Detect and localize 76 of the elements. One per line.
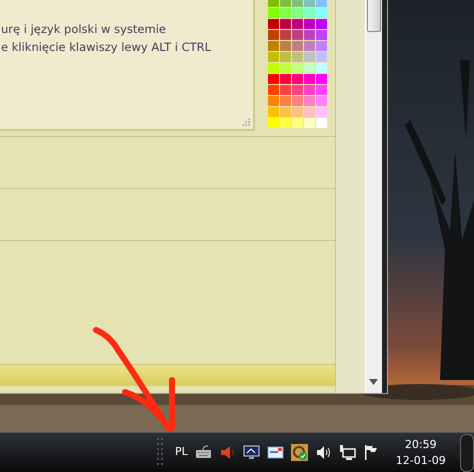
color-swatch[interactable] — [268, 96, 279, 106]
color-swatch[interactable] — [316, 41, 327, 51]
color-swatch[interactable] — [316, 96, 327, 106]
resize-grip-icon[interactable] — [241, 117, 250, 126]
color-swatch[interactable] — [280, 118, 291, 128]
color-swatch[interactable] — [316, 118, 327, 128]
color-swatch[interactable] — [268, 74, 279, 84]
color-swatch[interactable] — [280, 96, 291, 106]
color-swatch[interactable] — [268, 85, 279, 95]
scroll-thumb[interactable] — [367, 0, 381, 32]
color-swatch[interactable] — [316, 74, 327, 84]
color-swatch[interactable] — [280, 52, 291, 62]
color-swatch[interactable] — [304, 118, 315, 128]
monitor-icon[interactable] — [242, 444, 260, 461]
color-swatch[interactable] — [268, 52, 279, 62]
flag-icon[interactable] — [362, 444, 380, 461]
color-swatch[interactable] — [292, 85, 303, 95]
color-swatch[interactable] — [268, 30, 279, 40]
keyboard-icon[interactable] — [194, 444, 212, 461]
text-line: e kliknięcie klawiszy lewy ALT i CTRL — [1, 39, 212, 56]
gear-check-icon[interactable] — [290, 444, 308, 461]
color-swatch[interactable] — [268, 19, 279, 29]
color-swatch[interactable] — [304, 52, 315, 62]
color-swatch[interactable] — [292, 30, 303, 40]
color-swatch[interactable] — [280, 74, 291, 84]
color-swatch[interactable] — [304, 30, 315, 40]
color-swatch[interactable] — [316, 8, 327, 18]
color-swatch[interactable] — [304, 85, 315, 95]
color-swatch[interactable] — [268, 63, 279, 73]
color-swatch[interactable] — [268, 8, 279, 18]
color-swatch[interactable] — [316, 107, 327, 117]
color-swatch[interactable] — [280, 30, 291, 40]
color-swatch[interactable] — [304, 8, 315, 18]
color-swatch[interactable] — [292, 8, 303, 18]
color-swatch[interactable] — [292, 107, 303, 117]
color-swatch[interactable] — [304, 0, 315, 7]
color-swatch[interactable] — [316, 30, 327, 40]
speaker-icon[interactable] — [218, 444, 236, 461]
color-swatch[interactable] — [268, 41, 279, 51]
show-desktop-button[interactable] — [460, 434, 474, 472]
color-swatch[interactable] — [268, 118, 279, 128]
color-swatch[interactable] — [316, 19, 327, 29]
color-swatch[interactable] — [280, 19, 291, 29]
scrollbar[interactable] — [366, 0, 382, 393]
color-swatch[interactable] — [280, 8, 291, 18]
color-swatch[interactable] — [304, 107, 315, 117]
color-swatch[interactable] — [292, 74, 303, 84]
network-icon[interactable] — [338, 444, 356, 461]
color-swatch[interactable] — [304, 74, 315, 84]
text-line: urę i język polski w systemie — [1, 21, 166, 38]
color-swatch[interactable] — [292, 41, 303, 51]
color-swatch[interactable] — [304, 96, 315, 106]
color-swatch[interactable] — [316, 63, 327, 73]
color-swatch[interactable] — [304, 63, 315, 73]
color-swatch[interactable] — [316, 0, 327, 7]
volume-icon[interactable] — [314, 444, 332, 461]
color-swatch[interactable] — [292, 118, 303, 128]
color-swatch[interactable] — [268, 0, 279, 7]
color-swatch[interactable] — [316, 52, 327, 62]
color-swatch[interactable] — [292, 52, 303, 62]
color-swatch[interactable] — [292, 0, 303, 7]
clock[interactable]: 20:59 12-01-09 — [392, 436, 450, 468]
message-card-icon[interactable] — [266, 444, 284, 461]
color-swatch[interactable] — [292, 63, 303, 73]
color-swatch[interactable] — [304, 19, 315, 29]
language-indicator[interactable]: PL — [175, 444, 188, 461]
color-swatch[interactable] — [280, 107, 291, 117]
color-swatch[interactable] — [292, 96, 303, 106]
color-swatch[interactable] — [280, 85, 291, 95]
color-swatch[interactable] — [280, 63, 291, 73]
color-swatch[interactable] — [268, 107, 279, 117]
color-swatch[interactable] — [280, 0, 291, 7]
color-swatch[interactable] — [280, 41, 291, 51]
color-swatch[interactable] — [292, 19, 303, 29]
color-swatch[interactable] — [304, 41, 315, 51]
color-swatch[interactable] — [316, 85, 327, 95]
